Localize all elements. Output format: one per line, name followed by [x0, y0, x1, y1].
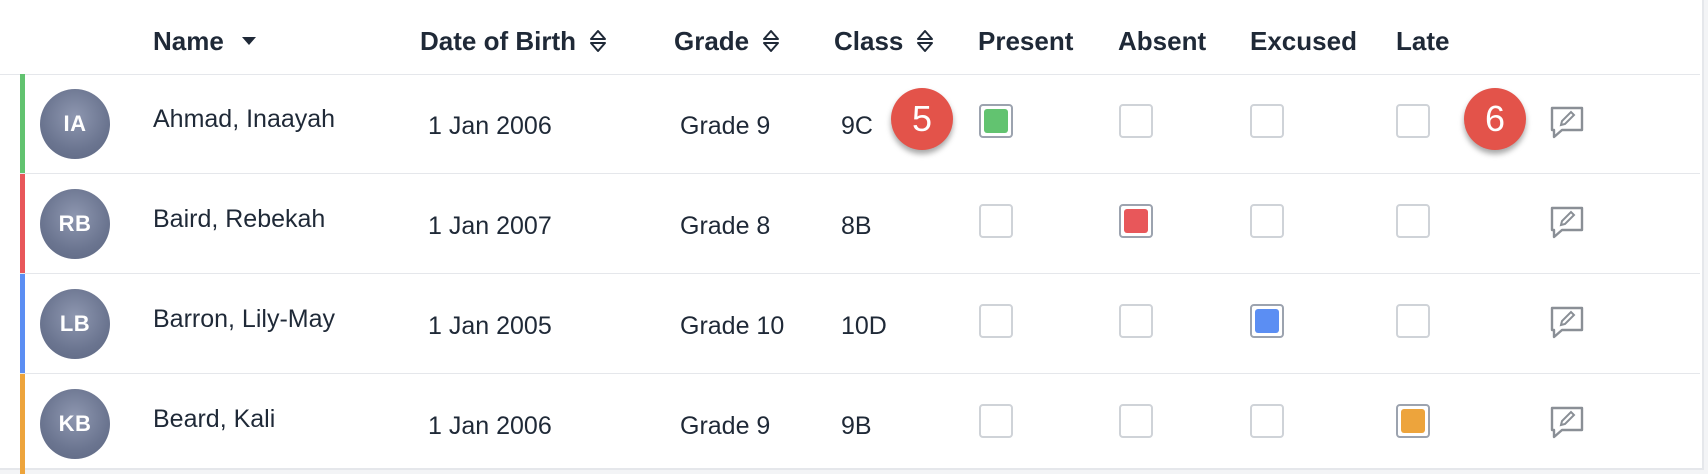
table-row: LB Barron, Lily-May 1 Jan 2005 Grade 10 … — [20, 274, 1700, 374]
excused-checkbox[interactable] — [1250, 304, 1284, 338]
status-indicator-bar — [20, 174, 25, 273]
status-indicator-bar — [20, 74, 25, 173]
present-checkbox[interactable] — [979, 104, 1013, 138]
absent-checkbox[interactable] — [1119, 104, 1153, 138]
table-row: KB Beard, Kali 1 Jan 2006 Grade 9 9B — [20, 374, 1700, 474]
status-indicator-bar — [20, 374, 25, 474]
class: 10D — [841, 312, 887, 340]
column-header-late: Late — [1396, 24, 1449, 58]
sort-updown-icon[interactable] — [915, 27, 935, 55]
attendance-table: Name Date of Birth Grade Class Present A… — [0, 0, 1704, 474]
step-badge: 6 — [1464, 88, 1526, 150]
class: 9B — [841, 412, 872, 440]
late-checkbox[interactable] — [1396, 104, 1430, 138]
avatar: LB — [40, 289, 110, 359]
avatar: RB — [40, 189, 110, 259]
student-name: Barron, Lily-May — [153, 305, 335, 333]
present-checkbox-fill — [984, 109, 1008, 133]
grade: Grade 9 — [680, 112, 771, 140]
comment-edit-icon[interactable] — [1548, 304, 1586, 342]
present-checkbox[interactable] — [979, 304, 1013, 338]
student-name: Baird, Rebekah — [153, 205, 326, 233]
column-header-dob-label: Date of Birth — [420, 26, 576, 56]
column-header-grade[interactable]: Grade — [674, 24, 781, 58]
status-indicator-bar — [20, 274, 25, 373]
date-of-birth: 1 Jan 2007 — [428, 212, 552, 240]
late-checkbox-fill — [1401, 409, 1425, 433]
absent-checkbox[interactable] — [1119, 304, 1153, 338]
column-header-class-label: Class — [834, 26, 904, 56]
late-checkbox[interactable] — [1396, 304, 1430, 338]
absent-checkbox[interactable] — [1119, 404, 1153, 438]
late-checkbox[interactable] — [1396, 204, 1430, 238]
student-name: Ahmad, Inaayah — [153, 105, 336, 133]
column-header-absent-label: Absent — [1118, 26, 1207, 56]
column-header-name[interactable]: Name — [153, 24, 258, 58]
grade: Grade 10 — [680, 312, 785, 340]
avatar: KB — [40, 389, 110, 459]
present-checkbox[interactable] — [979, 204, 1013, 238]
column-header-date-of-birth[interactable]: Date of Birth — [420, 24, 608, 58]
comment-edit-icon[interactable] — [1548, 204, 1586, 242]
date-of-birth: 1 Jan 2006 — [428, 412, 552, 440]
grade: Grade 9 — [680, 412, 771, 440]
table-row: RB Baird, Rebekah 1 Jan 2007 Grade 8 8B — [20, 174, 1700, 274]
sort-updown-icon[interactable] — [588, 27, 608, 55]
date-of-birth: 1 Jan 2005 — [428, 312, 552, 340]
comment-edit-icon[interactable] — [1548, 404, 1586, 442]
excused-checkbox[interactable] — [1250, 104, 1284, 138]
column-header-absent: Absent — [1118, 24, 1206, 58]
absent-checkbox-fill — [1124, 209, 1148, 233]
sort-updown-icon[interactable] — [761, 27, 781, 55]
column-header-grade-label: Grade — [674, 26, 750, 56]
column-header-late-label: Late — [1396, 26, 1450, 56]
attendance-page: Name Date of Birth Grade Class Present A… — [0, 0, 1708, 474]
column-header-present-label: Present — [978, 26, 1074, 56]
column-header-class[interactable]: Class — [834, 24, 935, 58]
date-of-birth: 1 Jan 2006 — [428, 112, 552, 140]
column-header-excused: Excused — [1250, 24, 1357, 58]
caret-down-icon[interactable] — [240, 35, 258, 47]
student-name: Beard, Kali — [153, 405, 276, 433]
excused-checkbox[interactable] — [1250, 404, 1284, 438]
grade: Grade 8 — [680, 212, 771, 240]
excused-checkbox[interactable] — [1250, 204, 1284, 238]
column-header-present: Present — [978, 24, 1073, 58]
column-header-name-label: Name — [153, 26, 224, 56]
table-header: Name Date of Birth Grade Class Present A… — [0, 0, 1700, 75]
class: 9C — [841, 112, 873, 140]
excused-checkbox-fill — [1255, 309, 1279, 333]
table-row: IA Ahmad, Inaayah 1 Jan 2006 Grade 9 9C — [20, 74, 1700, 174]
column-header-excused-label: Excused — [1250, 26, 1357, 56]
class: 8B — [841, 212, 872, 240]
avatar: IA — [40, 89, 110, 159]
comment-edit-icon[interactable] — [1548, 104, 1586, 142]
late-checkbox[interactable] — [1396, 404, 1430, 438]
step-badge: 5 — [891, 88, 953, 150]
present-checkbox[interactable] — [979, 404, 1013, 438]
absent-checkbox[interactable] — [1119, 204, 1153, 238]
